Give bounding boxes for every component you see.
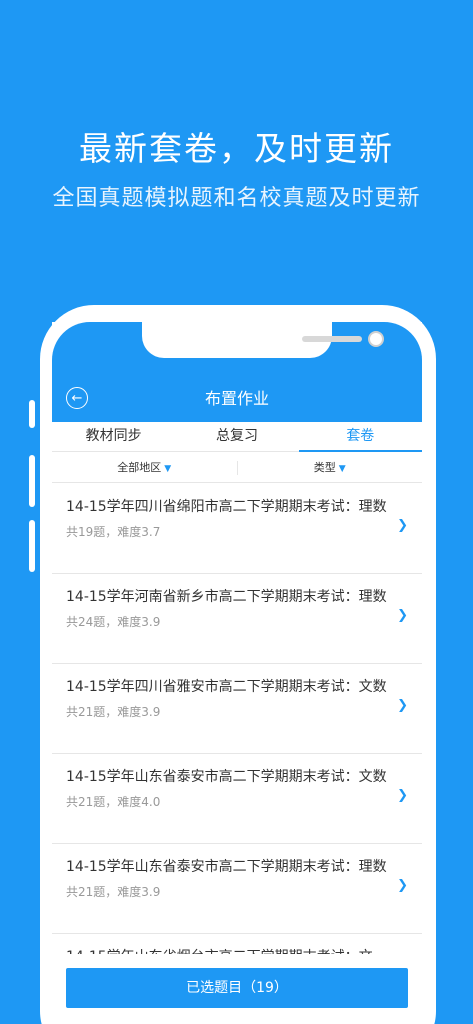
paper-meta: 共19题，难度3.7 bbox=[66, 525, 161, 539]
paper-title: 14-15学年山东省泰安市高二下学期期末考试：文数 bbox=[66, 769, 387, 785]
promo-subline: 全国真题模拟题和名校真题及时更新 bbox=[52, 186, 421, 211]
phone-side-button-volume-up bbox=[29, 455, 35, 507]
list-item[interactable]: 14-15学年山东省泰安市高二下学期期末考试：文数 共21题，难度4.0 ❯ bbox=[52, 754, 422, 844]
nav-bar: ← 布置作业 bbox=[52, 382, 422, 422]
filter-bar: 全部地区 ▼ 类型 ▼ bbox=[52, 453, 422, 483]
page-title: 布置作业 bbox=[204, 389, 269, 408]
paper-meta: 共21题，难度3.9 bbox=[66, 885, 161, 899]
phone-notch bbox=[142, 322, 384, 358]
chevron-down-icon: ▼ bbox=[164, 464, 172, 474]
tab-full-papers[interactable]: 套卷 bbox=[298, 422, 422, 452]
chevron-right-icon: ❯ bbox=[397, 518, 408, 533]
phone-side-button-volume-down bbox=[29, 520, 35, 572]
paper-meta: 共21题，难度3.9 bbox=[66, 705, 161, 719]
region-filter[interactable]: 全部地区 ▼ bbox=[52, 453, 237, 482]
camera-icon bbox=[368, 331, 384, 347]
list-item[interactable]: 14-15学年河南省新乡市高二下学期期末考试：理数 共24题，难度3.9 ❯ bbox=[52, 574, 422, 664]
paper-title: 14-15学年河南省新乡市高二下学期期末考试：理数 bbox=[66, 589, 387, 605]
speaker-icon bbox=[302, 336, 362, 342]
type-filter-label: 类型 bbox=[313, 461, 336, 474]
tab-general-review[interactable]: 总复习 bbox=[175, 422, 298, 451]
chevron-right-icon: ❯ bbox=[397, 878, 408, 893]
phone-screen: ← 布置作业 教材同步 总复习 套卷 全部地区 ▼ 类型 ▼ 14-15学年四川省绵… bbox=[52, 322, 422, 1024]
region-filter-label: 全部地区 bbox=[117, 461, 162, 474]
tab-textbook-sync[interactable]: 教材同步 bbox=[52, 422, 175, 451]
paper-title: 14-15学年四川省雅安市高二下学期期末考试：文数 bbox=[66, 679, 387, 695]
phone-side-button-mute bbox=[29, 400, 35, 428]
chevron-down-icon: ▼ bbox=[338, 464, 346, 474]
list-item[interactable]: 14-15学年四川省雅安市高二下学期期末考试：文数 共21题，难度3.9 ❯ bbox=[52, 664, 422, 754]
chevron-right-icon: ❯ bbox=[397, 608, 408, 623]
list-item[interactable]: 14-15学年四川省绵阳市高二下学期期末考试：理数 共19题，难度3.7 ❯ bbox=[52, 484, 422, 574]
type-filter[interactable]: 类型 ▼ bbox=[238, 453, 423, 482]
chevron-right-icon: ❯ bbox=[397, 698, 408, 713]
chevron-right-icon: ❯ bbox=[397, 788, 408, 803]
bottom-action-bar: 已选题目（19） bbox=[52, 954, 422, 1024]
paper-title: 14-15学年山东省泰安市高二下学期期末考试：理数 bbox=[66, 859, 387, 875]
paper-title: 14-15学年四川省绵阳市高二下学期期末考试：理数 bbox=[66, 499, 387, 515]
selected-questions-button[interactable]: 已选题目（19） bbox=[66, 968, 408, 1008]
tab-bar: 教材同步 总复习 套卷 bbox=[52, 422, 422, 452]
list-item[interactable]: 14-15学年山东省泰安市高二下学期期末考试：理数 共21题，难度3.9 ❯ bbox=[52, 844, 422, 934]
paper-list: 14-15学年四川省绵阳市高二下学期期末考试：理数 共19题，难度3.7 ❯ 1… bbox=[52, 484, 422, 1024]
promo-headline: 最新套卷，及时更新 bbox=[79, 129, 394, 168]
paper-meta: 共21题，难度4.0 bbox=[66, 795, 161, 809]
paper-meta: 共24题，难度3.9 bbox=[66, 615, 161, 629]
